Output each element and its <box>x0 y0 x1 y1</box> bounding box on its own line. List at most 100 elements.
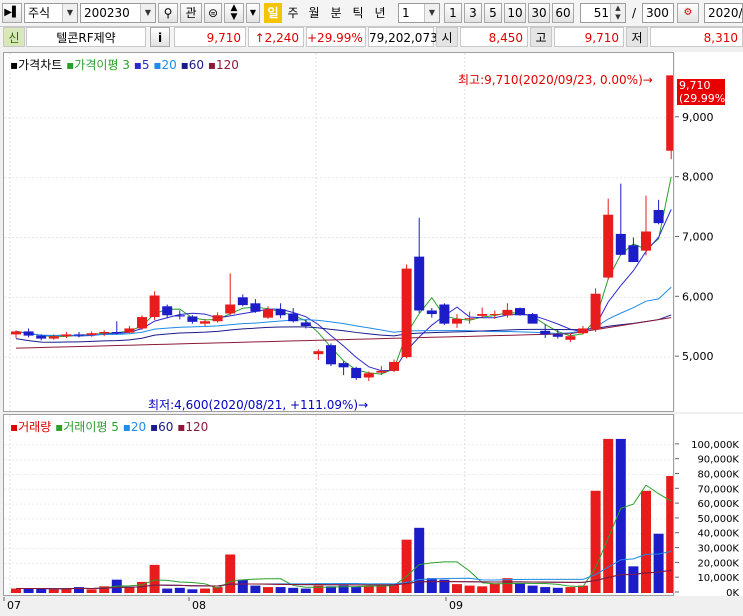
interval-10-button[interactable]: 10 <box>504 3 526 23</box>
interval-60-button[interactable]: 60 <box>552 3 574 23</box>
grid-settings-icon: ⚙ <box>683 7 693 18</box>
interval-1-button[interactable]: 1 <box>444 3 462 23</box>
screen-menu-icon[interactable]: ▶▌ <box>2 3 22 23</box>
info-button[interactable]: i <box>150 27 170 47</box>
volume-y-axis-canvas: 100,000K 90,000K 80,000K 70,000K 60,000K 50,0… <box>675 440 739 599</box>
open-label: 시 <box>436 27 458 47</box>
settings-button[interactable]: ▼ <box>246 3 260 23</box>
volume-bar <box>540 587 551 593</box>
price-change-value: ↑2,240 <box>254 31 299 45</box>
volume-legend-ma60-label: 60 <box>158 420 174 434</box>
volume-bar <box>11 588 21 593</box>
change-rate: +29.99% <box>306 27 366 47</box>
interval-3-button[interactable]: 3 <box>464 3 482 23</box>
candle-body <box>288 313 299 322</box>
low-price: 8,310 <box>650 27 743 47</box>
candle-body <box>174 315 185 317</box>
volume-bar <box>666 475 673 593</box>
volume-bar <box>477 586 488 593</box>
tab-month[interactable]: 월 <box>304 3 324 23</box>
chevron-down-icon[interactable]: ▼ <box>62 4 77 22</box>
separator-label: / <box>631 6 637 20</box>
interval-5-label: 5 <box>489 6 497 20</box>
candle-body <box>414 256 425 311</box>
candle-body <box>275 309 286 316</box>
price-legend-title: 가격차트 <box>18 58 63 72</box>
interval-30-button[interactable]: 30 <box>528 3 550 23</box>
candle-body <box>389 361 399 371</box>
price-ma20-line <box>15 286 672 336</box>
volume-bar <box>187 589 198 593</box>
high-annotation: 최고:9,710(2020/09/23, 0.00%)→ <box>458 73 653 87</box>
candle-body <box>61 334 72 337</box>
current-price-tag-rate: (29.99%) <box>679 92 730 105</box>
volume-chart-panel[interactable]: ▪거래량 ▪거래이평 5 ▪20 ▪60 ▪120 <box>3 414 674 596</box>
link-button[interactable]: ⊜ <box>204 3 222 23</box>
price-chart-panel[interactable]: ▪가격차트 ▪가격이평 3 ▪5 ▪20 ▪60 ▪120 최고:9,710(2… <box>3 52 674 412</box>
tab-week[interactable]: 주 <box>284 3 302 23</box>
settings-grid-button[interactable]: ⚙ <box>677 3 699 23</box>
info-icon: i <box>157 31 163 45</box>
price-chart-canvas[interactable] <box>4 53 673 411</box>
interest-label: 관 <box>185 6 197 20</box>
spin-icon[interactable]: ▲ ▼ <box>610 4 625 22</box>
tab-minute[interactable]: 분 <box>326 3 346 23</box>
total-count-value: 300 <box>646 6 669 20</box>
volume-tick-label: 30,000K <box>697 544 739 555</box>
x-axis: 07 08 09 <box>0 597 743 613</box>
candle-body <box>124 328 135 333</box>
volume-ma5-line <box>16 484 672 590</box>
interval-5-button[interactable]: 5 <box>484 3 502 23</box>
chevron-down-icon[interactable]: ▼ <box>140 4 155 22</box>
low-price-value: 8,310 <box>703 31 738 45</box>
volume-bar <box>552 587 563 593</box>
price-legend-ma-label: 가격이평 <box>74 58 119 72</box>
step-button[interactable]: ▲ ▼ <box>224 3 244 23</box>
current-price-value: 9,710 <box>206 31 241 45</box>
chevron-down-icon: ▼ <box>249 8 257 17</box>
volume-bar <box>174 587 185 593</box>
volume-bar <box>603 438 614 593</box>
candle-body <box>162 306 173 316</box>
volume-bar <box>489 583 500 593</box>
total-count-input[interactable]: 300 <box>642 3 674 23</box>
volume-chart-canvas[interactable] <box>4 415 673 595</box>
volume-legend-marker: ▪ <box>10 420 19 434</box>
tab-day[interactable]: 일 <box>264 3 282 23</box>
chevron-down-icon[interactable]: ▼ <box>424 4 439 22</box>
candle-body <box>552 334 563 337</box>
date-input[interactable]: 2020/09/23 <box>704 3 743 23</box>
count-spinner[interactable]: 51 ▲ ▼ <box>580 3 626 23</box>
tab-year[interactable]: 년 <box>370 3 390 23</box>
up-down-icon: ▲ ▼ <box>230 3 238 22</box>
volume-bar <box>61 588 72 593</box>
candle-body <box>300 322 311 327</box>
candle-body <box>313 351 324 355</box>
date-value: 2020/09/23 <box>708 6 743 20</box>
volume-bar <box>363 586 374 593</box>
volume-bar <box>275 587 286 593</box>
volume-bar <box>300 588 311 593</box>
volume-bar <box>162 588 173 593</box>
count-value: 51 <box>593 6 609 20</box>
tab-tick[interactable]: 틱 <box>348 3 368 23</box>
candle-body <box>250 303 261 312</box>
interval-select[interactable]: 1 ▼ <box>398 3 440 23</box>
candle-body <box>527 314 538 324</box>
price-change: ↑2,240 <box>248 27 304 47</box>
candle-body <box>628 245 639 263</box>
search-button[interactable]: ⚲ <box>158 3 178 23</box>
volume-legend-ma-label: 거래이평 <box>63 420 108 434</box>
code-input[interactable]: 200230 ▼ <box>80 3 156 23</box>
volume-bar <box>250 585 261 593</box>
volume-bar <box>263 587 273 593</box>
volume-bar <box>502 578 513 593</box>
code-value: 200230 <box>84 6 130 20</box>
candle-body <box>111 332 122 334</box>
interest-button[interactable]: 관 <box>180 3 202 23</box>
candle-body <box>590 293 601 330</box>
candle-body <box>666 75 673 151</box>
candle-body <box>86 333 97 336</box>
candle-body <box>401 268 412 358</box>
market-select[interactable]: 주식 ▼ <box>24 3 78 23</box>
